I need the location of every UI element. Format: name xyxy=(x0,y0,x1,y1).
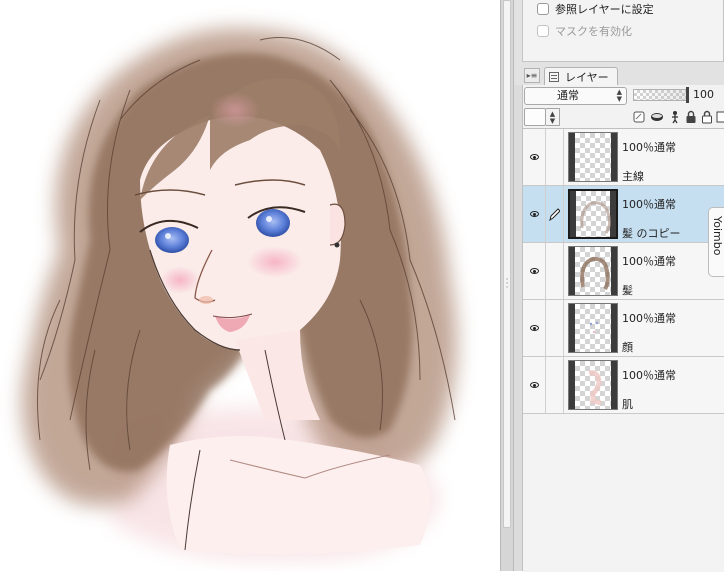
opacity-value[interactable]: 100 xyxy=(693,88,714,101)
layer-name[interactable]: 主線 xyxy=(622,168,644,184)
reference-layer-label: 参照レイヤーに設定 xyxy=(555,3,654,16)
clip-icon[interactable] xyxy=(650,110,664,124)
tab-layer-label: レイヤー xyxy=(565,70,609,84)
eye-icon xyxy=(529,268,539,274)
edit-target-cell[interactable] xyxy=(545,129,564,185)
side-tab-yoimbo[interactable]: Yoimbo xyxy=(708,207,724,277)
reference-icon[interactable] xyxy=(632,110,646,124)
layer-opacity-blend: 100％通常 xyxy=(622,255,676,268)
layer-name[interactable]: 髪 のコピー xyxy=(622,225,681,241)
enable-mask-checkbox[interactable] xyxy=(537,25,549,37)
layer-opacity-blend: 100％通常 xyxy=(622,369,676,382)
layer-panel-icon xyxy=(549,71,559,82)
layer-thumbnail xyxy=(568,303,618,353)
layer-row-face[interactable]: 100％通常 顔 xyxy=(523,300,724,357)
eye-icon xyxy=(529,325,539,331)
layer-row-main-line[interactable]: 100％通常 主線 xyxy=(523,129,724,186)
visibility-toggle[interactable] xyxy=(523,357,546,413)
edit-target-cell[interactable] xyxy=(545,357,564,413)
opacity-slider[interactable] xyxy=(633,87,689,103)
panel-left-strip xyxy=(514,85,522,571)
layer-thumbnail xyxy=(568,132,618,182)
edit-target-cell[interactable] xyxy=(545,243,564,299)
panel-resize-grip[interactable]: · · · xyxy=(503,276,511,293)
figure-icon[interactable] xyxy=(668,110,682,124)
visibility-toggle[interactable] xyxy=(523,186,546,242)
layer-opacity-blend: 100％通常 xyxy=(622,141,676,154)
layer-row-hair[interactable]: 100％通常 髪 xyxy=(523,243,724,300)
enable-mask-option[interactable]: マスクを有効化 xyxy=(537,22,632,40)
select-arrows-icon: ▲ ▼ xyxy=(616,88,622,103)
layer-settings-icon[interactable] xyxy=(714,110,724,124)
eye-icon xyxy=(529,382,539,388)
layer-row-hair-copy[interactable]: 100％通常 髪 のコピー xyxy=(523,186,724,243)
reference-layer-checkbox[interactable] xyxy=(537,3,549,15)
pen-icon xyxy=(549,208,560,221)
reference-layer-option[interactable]: 参照レイヤーに設定 xyxy=(537,0,654,18)
eye-icon xyxy=(529,154,539,160)
layer-tool-row: ▲ ▼ xyxy=(524,108,724,128)
layer-opacity-blend: 100％通常 xyxy=(622,198,676,211)
enable-mask-label: マスクを有効化 xyxy=(555,25,632,38)
visibility-toggle[interactable] xyxy=(523,129,546,185)
lock-transparent-icon[interactable] xyxy=(700,110,714,124)
layer-color-chip[interactable] xyxy=(524,108,546,126)
layer-row-skin[interactable]: 100％通常 肌 xyxy=(523,357,724,414)
layer-name[interactable]: 髪 xyxy=(622,282,633,298)
edit-target-cell[interactable] xyxy=(545,300,564,356)
opacity-slider-knob[interactable] xyxy=(686,87,689,103)
layer-list: 100％通常 主線 100％通常 髪 のコピー 100％通常 髪 100％通常 … xyxy=(523,128,724,572)
visibility-toggle[interactable] xyxy=(523,243,546,299)
visibility-toggle[interactable] xyxy=(523,300,546,356)
layer-name[interactable]: 肌 xyxy=(622,396,633,412)
layer-thumbnail xyxy=(568,189,618,239)
eye-icon xyxy=(529,211,539,217)
blend-mode-select[interactable]: 通常 ▲ ▼ xyxy=(524,87,627,105)
illustration xyxy=(22,28,457,561)
layer-thumbnail xyxy=(568,360,618,410)
scrollbar-thumb[interactable] xyxy=(503,0,511,528)
lock-icon[interactable] xyxy=(684,110,698,124)
layer-property-panel: 参照レイヤーに設定 マスクを有効化 xyxy=(522,0,724,62)
tab-menu-button[interactable]: ▸≡ xyxy=(524,68,540,83)
tab-layer[interactable]: レイヤー xyxy=(544,67,618,85)
right-panel: 参照レイヤーに設定 マスクを有効化 ▸≡ レイヤー 通常 ▲▼ 100 ▲▼ xyxy=(514,0,724,572)
layer-tab-bar: ▸≡ レイヤー xyxy=(522,67,724,86)
layer-opacity-blend: 100％通常 xyxy=(622,312,676,325)
side-tab-label: Yoimbo xyxy=(711,216,724,256)
edit-target-cell[interactable] xyxy=(545,186,564,242)
opacity-slider-fill xyxy=(634,90,686,100)
blend-mode-value: 通常 xyxy=(557,89,579,102)
layer-panel: 通常 ▲ ▼ 100 ▲ ▼ 100％通常 主線 100％通常 髪 のコピー 1… xyxy=(522,85,724,572)
layer-thumbnail xyxy=(568,246,618,296)
layer-name[interactable]: 顔 xyxy=(622,339,633,355)
layer-color-stepper[interactable]: ▲ ▼ xyxy=(546,108,560,126)
drawing-canvas[interactable] xyxy=(0,0,500,571)
